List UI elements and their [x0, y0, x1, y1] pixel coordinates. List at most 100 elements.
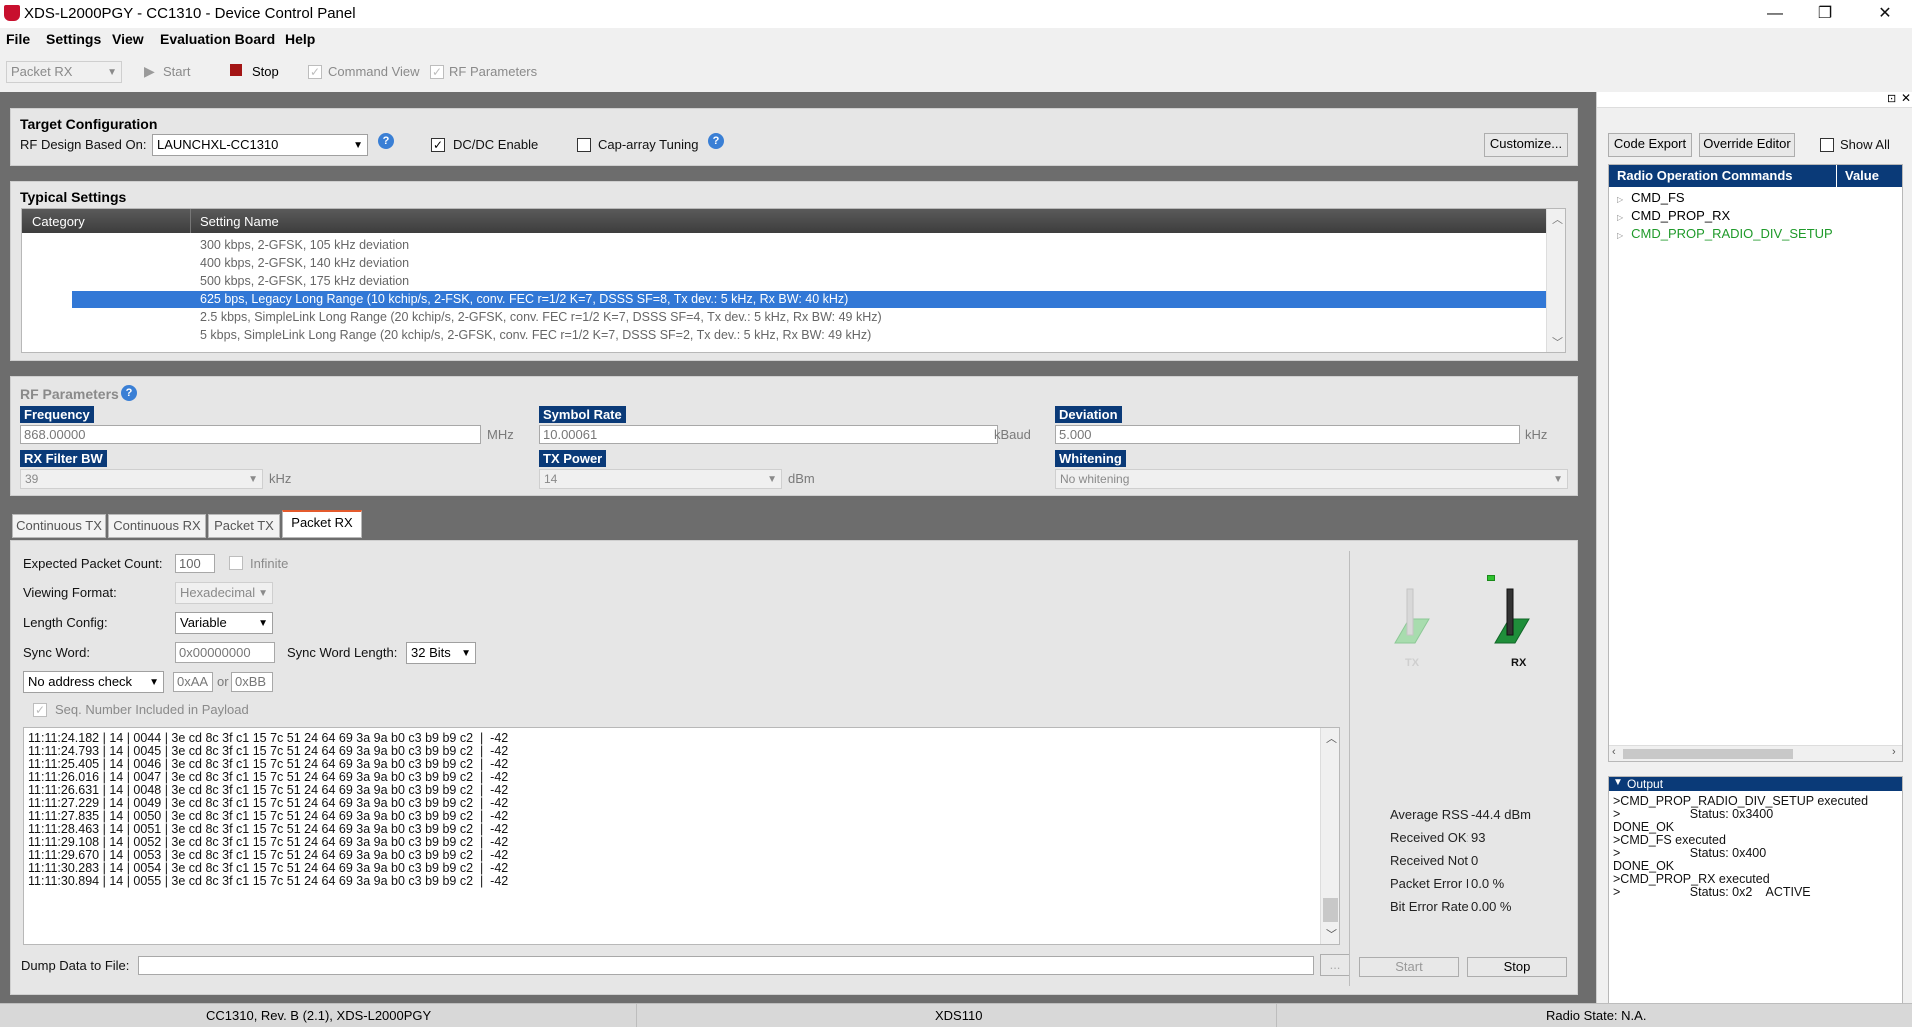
settings-row[interactable]: 400 kbps, 2-GFSK, 140 kHz deviation: [22, 255, 1546, 272]
override-editor-button[interactable]: Override Editor: [1699, 133, 1795, 157]
command-cmd-fs[interactable]: ▷ CMD_FS: [1617, 190, 1685, 205]
log-line: 11:11:30.894 | 14 | 0055 | 3e cd 8c 3f c…: [28, 874, 509, 888]
rx-stop-button[interactable]: Stop: [1467, 957, 1567, 977]
scroll-thumb[interactable]: [1323, 898, 1338, 922]
tx-power-label: TX Power: [539, 450, 607, 467]
code-export-button[interactable]: Code Export: [1608, 133, 1692, 157]
setting-name-cell: 625 bps, Legacy Long Range (10 kchip/s, …: [200, 292, 849, 306]
show-all-checkbox[interactable]: [1820, 138, 1834, 152]
scroll-thumb[interactable]: [1623, 749, 1793, 759]
chevron-down-icon: ▼: [1553, 474, 1563, 485]
toolbar-start-button[interactable]: Start: [163, 64, 190, 79]
rx-start-button[interactable]: Start: [1359, 957, 1459, 977]
expand-icon[interactable]: ▷: [1617, 213, 1623, 222]
expected-packet-count-input[interactable]: 100: [175, 554, 215, 573]
browse-button[interactable]: ...: [1320, 954, 1350, 976]
expand-icon[interactable]: ▷: [1617, 195, 1623, 204]
menu-view[interactable]: View: [112, 31, 144, 47]
column-setting-name[interactable]: Setting Name: [200, 214, 279, 229]
menu-file[interactable]: File: [6, 31, 30, 47]
tab-continuous-rx[interactable]: Continuous RX: [108, 514, 206, 538]
scroll-up-icon[interactable]: ︿: [1552, 211, 1563, 227]
column-value[interactable]: Value: [1845, 168, 1879, 183]
expand-icon[interactable]: ▷: [1617, 231, 1623, 240]
sync-word-input[interactable]: 0x00000000: [175, 642, 275, 663]
rf-design-value: LAUNCHXL-CC1310: [157, 137, 279, 152]
rf-parameters-label: RF Parameters: [449, 64, 538, 79]
dcdc-enable-checkbox[interactable]: ✓: [431, 138, 445, 152]
settings-row[interactable]: 300 kbps, 2-GFSK, 105 kHz deviation: [22, 237, 1546, 254]
symbol-rate-input[interactable]: 10.00061: [539, 425, 998, 444]
tab-continuous-tx[interactable]: Continuous TX: [12, 514, 106, 538]
rf-design-select[interactable]: LAUNCHXL-CC1310 ▼: [152, 134, 368, 156]
minimize-button[interactable]: —: [1752, 2, 1798, 26]
tab-packet-rx[interactable]: Packet RX: [282, 510, 362, 538]
close-button[interactable]: ✕: [1862, 2, 1908, 26]
settings-row[interactable]: 2.5 kbps, SimpleLink Long Range (20 kchi…: [22, 309, 1546, 326]
chevron-down-icon: ▼: [149, 677, 159, 688]
play-icon: ▶: [144, 63, 155, 79]
address-1-input[interactable]: 0xAA: [173, 672, 213, 692]
tx-power-select[interactable]: 14 ▼: [539, 469, 782, 489]
commands-tree: Radio Operation Commands Value ▷ CMD_FS ▷…: [1608, 164, 1903, 762]
command-cmd-prop-rx[interactable]: ▷ CMD_PROP_RX: [1617, 208, 1730, 223]
radio-state: Radio State: N.A.: [1546, 1008, 1647, 1023]
chevron-down-icon: ▼: [767, 474, 777, 485]
address-2-input[interactable]: 0xBB: [231, 672, 273, 692]
deviation-label: Deviation: [1055, 406, 1122, 423]
rx-filter-bw-select[interactable]: 39 ▼: [20, 469, 263, 489]
scroll-left-icon[interactable]: ‹: [1612, 746, 1616, 758]
collapse-icon[interactable]: ▼: [1613, 777, 1623, 788]
command-label: CMD_FS: [1631, 190, 1685, 205]
deviation-input[interactable]: 5.000: [1055, 425, 1520, 444]
vertical-scrollbar[interactable]: ︿ ﹀: [1546, 209, 1565, 352]
command-cmd-prop-radio-div-setup[interactable]: ▷ CMD_PROP_RADIO_DIV_SETUP: [1617, 226, 1833, 241]
settings-row[interactable]: 625 bps, Legacy Long Range (10 kchip/s, …: [72, 291, 1546, 308]
scroll-right-icon[interactable]: ›: [1892, 746, 1896, 758]
scroll-up-icon[interactable]: ︿: [1326, 730, 1337, 746]
help-icon[interactable]: ?: [121, 385, 137, 401]
output-header: ▼ Output: [1609, 777, 1902, 791]
packet-log[interactable]: 11:11:24.182 | 14 | 0044 | 3e cd 8c 3f c…: [23, 727, 1340, 945]
whitening-select[interactable]: No whitening ▼: [1055, 469, 1568, 489]
dcdc-enable-label: DC/DC Enable: [453, 137, 539, 152]
menu-settings[interactable]: Settings: [46, 31, 101, 47]
sync-word-length-select[interactable]: 32 Bits ▼: [406, 642, 476, 664]
chevron-down-icon: ▼: [258, 588, 268, 599]
address-check-value: No address check: [28, 674, 133, 689]
target-config-title: Target Configuration: [20, 116, 158, 132]
viewing-format-select[interactable]: Hexadecimal ▼: [175, 582, 273, 604]
column-category[interactable]: Category: [32, 214, 85, 229]
customize-button[interactable]: Customize...: [1484, 133, 1568, 157]
toolbar-stop-button[interactable]: Stop: [252, 64, 279, 79]
restore-button[interactable]: ❐: [1802, 2, 1848, 26]
scroll-down-icon[interactable]: ﹀: [1326, 926, 1337, 942]
help-icon[interactable]: ?: [378, 133, 394, 149]
command-view-checkbox[interactable]: ✓: [308, 65, 322, 79]
frequency-input[interactable]: 868.00000: [20, 425, 481, 444]
settings-row[interactable]: 5 kbps, SimpleLink Long Range (20 kchip/…: [22, 327, 1546, 344]
column-radio-commands[interactable]: Radio Operation Commands: [1617, 168, 1793, 183]
menu-evaluation-board[interactable]: Evaluation Board: [160, 31, 275, 47]
scroll-down-icon[interactable]: ﹀: [1552, 334, 1563, 350]
pin-icon[interactable]: ⊡: [1887, 92, 1896, 105]
right-panel-header: ⊡ ✕: [1597, 91, 1912, 108]
seq-number-checkbox[interactable]: ✓: [33, 703, 47, 717]
close-panel-icon[interactable]: ✕: [1901, 91, 1911, 105]
tab-packet-tx[interactable]: Packet TX: [208, 514, 280, 538]
horizontal-scrollbar[interactable]: ‹ ›: [1609, 745, 1902, 761]
log-scrollbar[interactable]: ︿ ﹀: [1320, 728, 1339, 944]
rx-antenna-icon: [1494, 588, 1530, 644]
cap-array-checkbox[interactable]: [577, 138, 591, 152]
dump-data-input[interactable]: [138, 956, 1314, 975]
settings-row[interactable]: 500 kbps, 2-GFSK, 175 kHz deviation: [22, 273, 1546, 290]
address-check-select[interactable]: No address check ▼: [23, 671, 164, 693]
infinite-checkbox[interactable]: [229, 556, 243, 570]
length-config-select[interactable]: Variable ▼: [175, 612, 273, 634]
help-icon[interactable]: ?: [708, 133, 724, 149]
menu-help[interactable]: Help: [285, 31, 315, 47]
rf-parameters-checkbox[interactable]: ✓: [430, 65, 444, 79]
avg-rssi-label: Average RSSI:: [1390, 807, 1468, 822]
mode-select[interactable]: Packet RX ▼: [6, 61, 122, 83]
tab-strip: Continuous TX Continuous RX Packet TX Pa…: [10, 506, 1578, 540]
